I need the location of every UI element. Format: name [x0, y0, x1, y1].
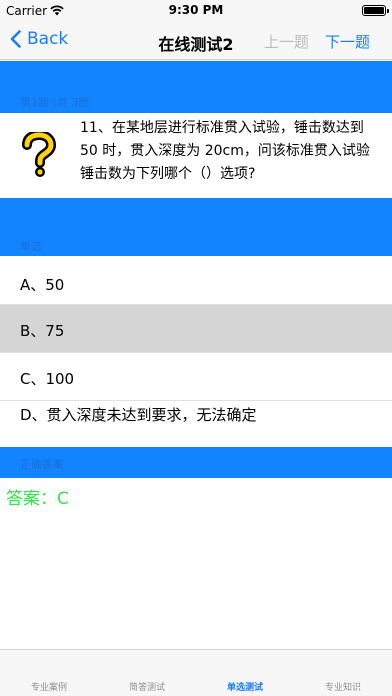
battery-icon	[362, 5, 389, 16]
option-c[interactable]: C、100	[0, 353, 392, 401]
tab-professional-cases[interactable]: 专业案例	[0, 680, 98, 693]
answer-section-header: 正确答案	[0, 447, 392, 478]
options-section-header: 单选	[0, 198, 392, 256]
answer-text: 答案：C	[6, 489, 69, 509]
tab-short-answer-test[interactable]: 简答测试	[98, 680, 196, 693]
question-row: 11、在某地层进行标准贯入试验，锤击数达到 50 时，贯入深度为 20cm，问该…	[0, 113, 392, 198]
tab-single-choice-test[interactable]: 单选测试	[196, 680, 294, 693]
question-mark-icon	[22, 132, 57, 177]
answer-header-label: 正确答案	[20, 458, 64, 471]
option-b[interactable]: B、75	[0, 305, 392, 353]
question-counter: 第1题 (共 3题	[20, 96, 90, 109]
question-type-label: 单选	[20, 240, 42, 253]
option-label: A、50	[20, 276, 65, 294]
tab-bar: 专业案例 简答测试 单选测试 专业知识	[0, 649, 392, 696]
option-label: C、100	[20, 370, 75, 388]
previous-question-button[interactable]: 上一题	[264, 31, 309, 52]
option-label: B、75	[20, 322, 65, 340]
status-time: 9:30 PM	[168, 3, 224, 17]
next-question-button[interactable]: 下一题	[325, 31, 370, 52]
option-label: D、贯入深度未达到要求，无法确定	[20, 406, 257, 424]
tab-professional-knowledge[interactable]: 专业知识	[294, 680, 392, 693]
status-bar: Carrier 9:30 PM	[0, 0, 392, 22]
navigation-bar: Back 在线测试2 上一题 下一题	[0, 22, 392, 60]
question-text: 11、在某地层进行标准贯入试验，锤击数达到 50 时，贯入深度为 20cm，问该…	[80, 120, 370, 182]
option-d[interactable]: D、贯入深度未达到要求，无法确定	[0, 401, 392, 447]
option-a[interactable]: A、50	[0, 257, 392, 305]
question-section-header: 第1题 (共 3题	[0, 61, 392, 113]
